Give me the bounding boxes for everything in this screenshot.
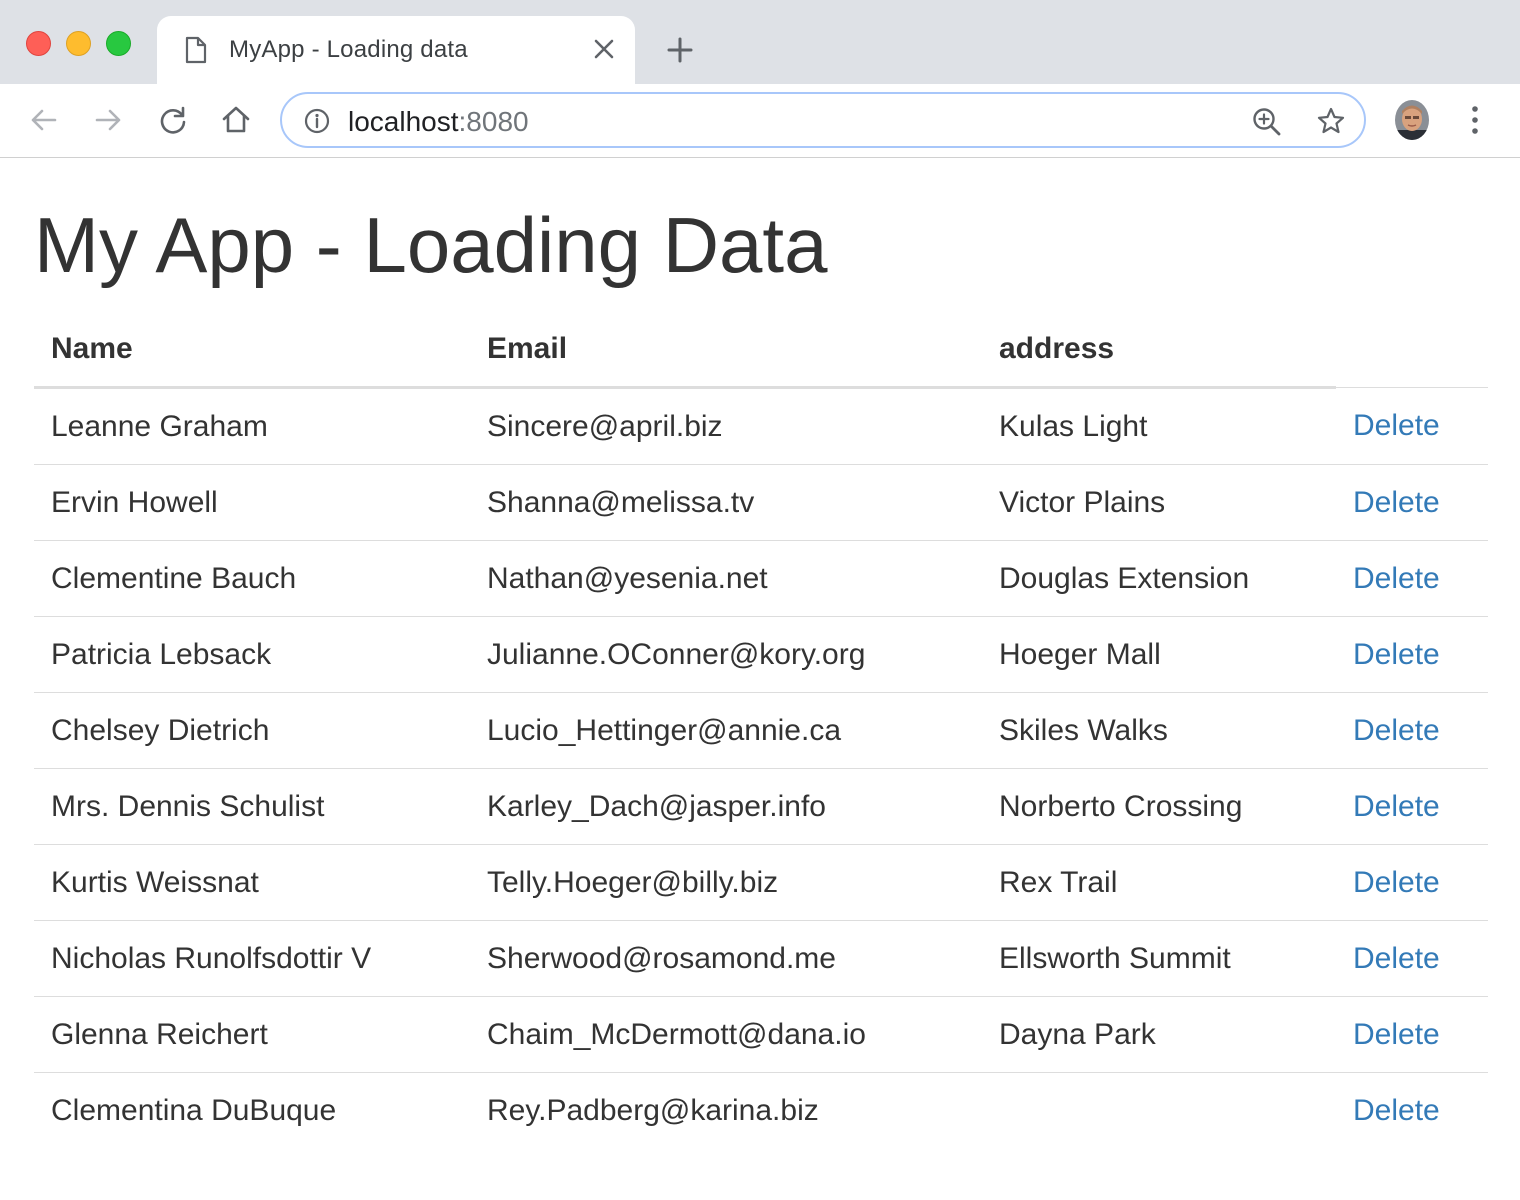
cell-address: Skiles Walks	[982, 692, 1336, 769]
page-title: My App - Loading Data	[34, 201, 828, 289]
cell-actions: Delete	[1336, 1072, 1488, 1148]
table-row: Kurtis Weissnat Telly.Hoeger@billy.biz R…	[34, 844, 1488, 921]
table-row: Nicholas Runolfsdottir V Sherwood@rosamo…	[34, 920, 1488, 997]
cell-actions: Delete	[1336, 692, 1488, 769]
cell-actions: Delete	[1336, 920, 1488, 997]
url-host: localhost	[348, 106, 459, 137]
tab-strip: MyApp - Loading data	[0, 0, 1520, 84]
cell-address: Victor Plains	[982, 464, 1336, 541]
cell-address: Kulas Light	[999, 409, 1148, 443]
browser-toolbar: localhost:8080	[0, 84, 1520, 158]
cell-name: Patricia Lebsack	[34, 616, 470, 693]
window-maximize-button[interactable]	[106, 31, 131, 56]
cell-email: Sherwood@rosamond.me	[470, 920, 982, 997]
cell-actions: Delete	[1336, 844, 1488, 921]
plus-icon[interactable]	[666, 36, 694, 69]
cell-address	[982, 1072, 1336, 1148]
reload-icon[interactable]	[157, 104, 189, 141]
avatar[interactable]	[1395, 100, 1429, 140]
cell-name: Clementine Bauch	[34, 540, 470, 617]
table-row: Ervin Howell Shanna@melissa.tv Victor Pl…	[34, 464, 1488, 541]
cell-actions: Delete	[1336, 540, 1488, 617]
cell-email: Lucio_Hettinger@annie.ca	[470, 692, 982, 769]
cell-name: Kurtis Weissnat	[34, 844, 470, 921]
delete-link[interactable]: Delete	[1353, 486, 1440, 519]
cell-email: Karley_Dach@jasper.info	[470, 768, 982, 845]
column-header-actions	[1336, 312, 1488, 388]
window-minimize-button[interactable]	[66, 31, 91, 56]
delete-link[interactable]: Delete	[1353, 942, 1440, 975]
window-close-button[interactable]	[26, 31, 51, 56]
url-port: :8080	[458, 106, 529, 137]
cell-email: Sincere@april.biz	[487, 409, 723, 443]
cell-address: Dayna Park	[982, 996, 1336, 1073]
cell-address: Douglas Extension	[982, 540, 1336, 617]
cell-address: Rex Trail	[982, 844, 1336, 921]
cell-address: Ellsworth Summit	[982, 920, 1336, 997]
cell-email: Nathan@yesenia.net	[470, 540, 982, 617]
cell-name: Glenna Reichert	[34, 996, 470, 1073]
cell-actions: Delete	[1336, 996, 1488, 1073]
table-row: Clementina DuBuque Rey.Padberg@karina.bi…	[34, 1072, 1488, 1148]
delete-link[interactable]: Delete	[1353, 790, 1440, 823]
delete-link[interactable]: Delete	[1353, 409, 1440, 442]
delete-link[interactable]: Delete	[1353, 866, 1440, 899]
table-row: Patricia Lebsack Julianne.OConner@kory.o…	[34, 616, 1488, 693]
home-icon[interactable]	[220, 104, 252, 141]
cell-name: Leanne Graham	[51, 409, 268, 443]
page-icon	[185, 36, 207, 69]
delete-link[interactable]: Delete	[1353, 638, 1440, 671]
kebab-menu-icon[interactable]	[1462, 104, 1488, 141]
users-table: Name Email address Leanne Graham Sincere…	[34, 312, 1488, 1148]
cell-email: Chaim_McDermott@dana.io	[470, 996, 982, 1073]
cell-actions: Delete	[1336, 464, 1488, 541]
cell-name: Mrs. Dennis Schulist	[34, 768, 470, 845]
table-row: Leanne Graham Sincere@april.biz Kulas Li…	[34, 388, 1488, 465]
url-text[interactable]: localhost:8080	[348, 106, 529, 138]
cell-address: Hoeger Mall	[982, 616, 1336, 693]
close-icon[interactable]	[593, 38, 615, 65]
cell-email: Julianne.OConner@kory.org	[470, 616, 982, 693]
cell-email: Shanna@melissa.tv	[470, 464, 982, 541]
zoom-icon[interactable]	[1252, 107, 1282, 142]
column-header-email: Email	[470, 312, 982, 389]
delete-link[interactable]: Delete	[1353, 1018, 1440, 1051]
delete-link[interactable]: Delete	[1353, 562, 1440, 595]
table-row: Chelsey Dietrich Lucio_Hettinger@annie.c…	[34, 692, 1488, 769]
delete-link[interactable]: Delete	[1353, 1094, 1440, 1127]
cell-name: Ervin Howell	[34, 464, 470, 541]
table-header-row: Name Email address	[34, 312, 1488, 389]
cell-actions: Delete	[1336, 616, 1488, 693]
delete-link[interactable]: Delete	[1353, 714, 1440, 747]
cell-name: Nicholas Runolfsdottir V	[34, 920, 470, 997]
table-row: Mrs. Dennis Schulist Karley_Dach@jasper.…	[34, 768, 1488, 845]
info-icon[interactable]	[304, 108, 330, 139]
back-arrow-icon[interactable]	[28, 104, 60, 141]
star-icon[interactable]	[1316, 106, 1346, 141]
tab-title: MyApp - Loading data	[229, 36, 468, 63]
cell-actions: Delete	[1336, 388, 1488, 465]
cell-email: Telly.Hoeger@billy.biz	[470, 844, 982, 921]
table-row: Glenna Reichert Chaim_McDermott@dana.io …	[34, 996, 1488, 1073]
table-row: Clementine Bauch Nathan@yesenia.net Doug…	[34, 540, 1488, 617]
column-header-name: Name	[34, 312, 470, 389]
cell-email: Rey.Padberg@karina.biz	[470, 1072, 982, 1148]
address-bar[interactable]: localhost:8080	[280, 92, 1366, 148]
cell-address: Norberto Crossing	[982, 768, 1336, 845]
active-tab[interactable]: MyApp - Loading data	[157, 16, 635, 84]
column-header-address: address	[982, 312, 1336, 389]
cell-name: Clementina DuBuque	[34, 1072, 470, 1148]
cell-actions: Delete	[1336, 768, 1488, 845]
forward-arrow-icon[interactable]	[92, 104, 124, 141]
cell-name: Chelsey Dietrich	[34, 692, 470, 769]
